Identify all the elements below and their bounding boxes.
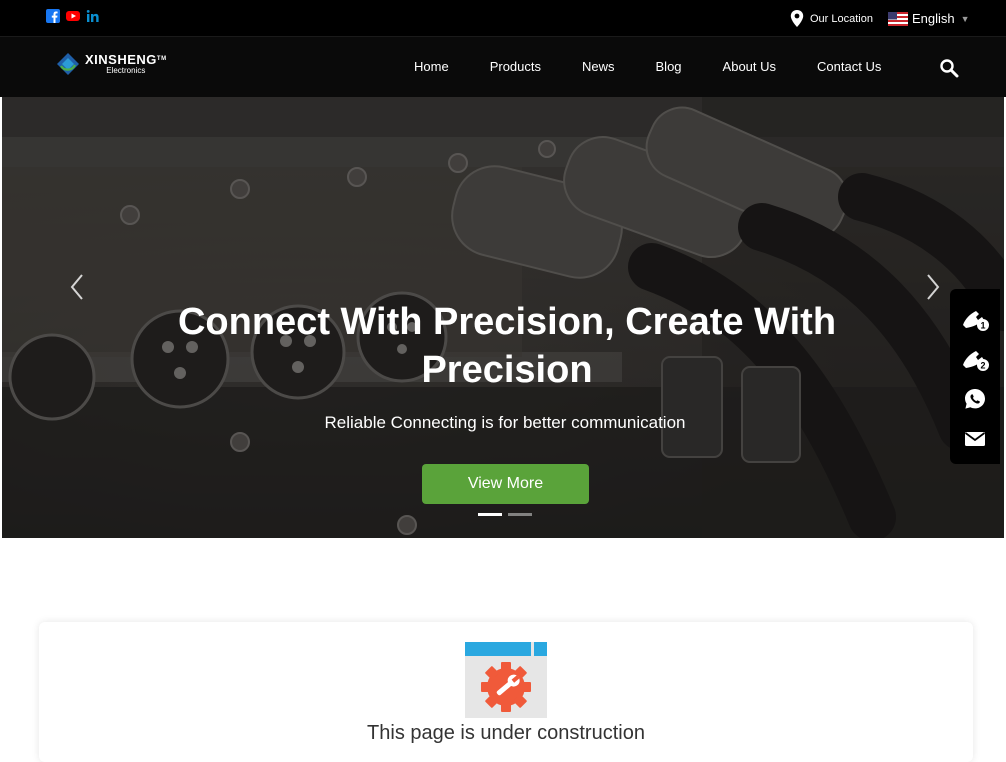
phone-2-button[interactable]: 2 <box>950 339 1000 379</box>
logo-subtitle: Electronics <box>106 66 146 75</box>
nav-blog[interactable]: Blog <box>656 59 682 74</box>
language-label: English <box>912 11 955 26</box>
chevron-down-icon: ▼ <box>960 13 970 24</box>
construction-message: This page is under construction <box>367 722 645 744</box>
search-icon[interactable] <box>939 58 959 78</box>
slider-prev-arrow-icon[interactable] <box>68 271 88 303</box>
us-flag-icon <box>888 11 908 26</box>
slider-dot-2[interactable] <box>508 513 532 516</box>
hero-subtitle: Reliable Connecting is for better commun… <box>324 413 686 432</box>
nav-contact-us[interactable]: Contact Us <box>817 59 881 74</box>
whatsapp-button[interactable] <box>950 379 1000 419</box>
floating-contact-bar: 1 2 <box>950 289 1000 464</box>
linkedin-icon[interactable] <box>86 9 100 23</box>
email-button[interactable] <box>950 419 1000 459</box>
location-label: Our Location <box>810 12 873 25</box>
svg-text:1: 1 <box>980 321 985 331</box>
language-selector[interactable]: English ▼ <box>888 11 970 26</box>
nav-products[interactable]: Products <box>490 59 541 74</box>
slider-dot-1[interactable] <box>478 513 502 516</box>
top-bar: Our Location English ▼ <box>0 0 1006 36</box>
logo-brand: XINSHENGTM <box>85 52 167 67</box>
slider-next-arrow-icon[interactable] <box>922 271 942 303</box>
svg-text:2: 2 <box>980 361 985 371</box>
phone-1-icon: 1 <box>963 311 989 331</box>
hero-title: Connect With Precision, Create With Prec… <box>177 301 837 391</box>
main-header: XINSHENGTM Electronics Home Products New… <box>0 36 1006 97</box>
our-location-link[interactable]: Our Location <box>790 10 873 27</box>
main-nav: Home Products News Blog About Us Contact… <box>414 59 881 74</box>
phone-1-button[interactable]: 1 <box>950 299 1000 339</box>
social-links <box>46 9 100 23</box>
location-pin-icon <box>790 10 804 27</box>
email-icon <box>964 432 986 446</box>
under-construction-icon <box>465 642 547 718</box>
view-more-button[interactable]: View More <box>422 464 589 504</box>
site-logo[interactable]: XINSHENGTM Electronics <box>57 53 167 75</box>
xinsheng-logo-mark-icon <box>57 53 79 75</box>
hero-slider: Connect With Precision, Create With Prec… <box>2 97 1004 538</box>
whatsapp-icon <box>965 389 985 409</box>
nav-about-us[interactable]: About Us <box>723 59 776 74</box>
nav-news[interactable]: News <box>582 59 615 74</box>
youtube-icon[interactable] <box>66 9 80 23</box>
slider-pagination <box>478 513 532 516</box>
facebook-icon[interactable] <box>46 9 60 23</box>
construction-notice-card: This page is under construction <box>39 622 973 762</box>
nav-home[interactable]: Home <box>414 59 449 74</box>
phone-2-icon: 2 <box>963 351 989 371</box>
